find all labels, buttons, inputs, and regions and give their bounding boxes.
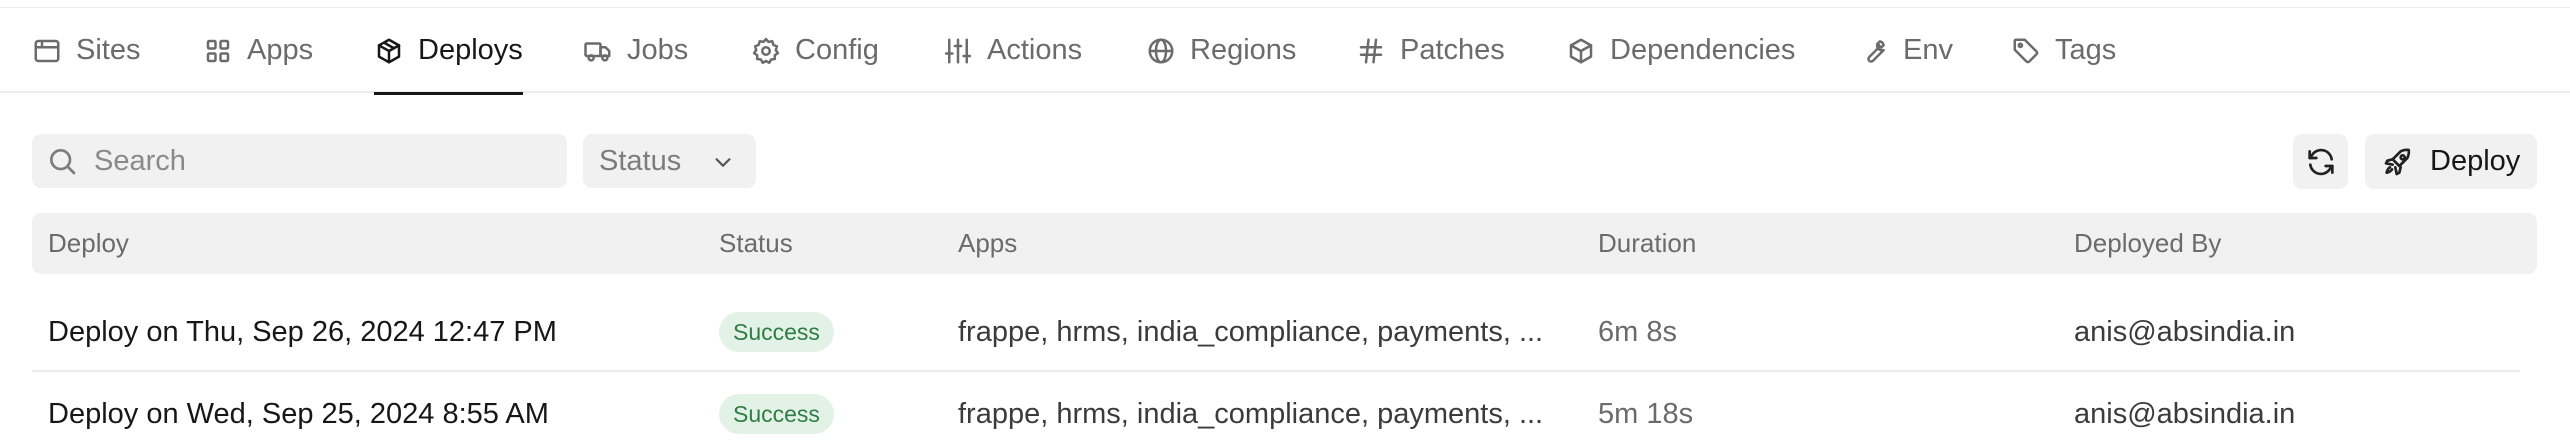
deploy-button[interactable]: Deploy bbox=[2365, 134, 2537, 189]
globe-icon bbox=[1148, 38, 1174, 63]
tab-label: Sites bbox=[76, 34, 141, 66]
status-filter-select[interactable]: Status bbox=[583, 134, 756, 188]
column-header-apps[interactable]: Apps bbox=[958, 213, 1017, 274]
deploy-button-label: Deploy bbox=[2430, 145, 2521, 177]
tab-label: Apps bbox=[247, 34, 314, 66]
tab-label: Regions bbox=[1190, 34, 1297, 66]
status-filter-label: Status bbox=[599, 144, 682, 177]
table-header: Deploy Status Apps Duration Deployed By bbox=[32, 213, 2537, 274]
apps-list: frappe, hrms, india_compliance, payments… bbox=[958, 398, 1544, 430]
chevron-down-icon bbox=[715, 158, 731, 167]
deployed-by-email: anis@absindia.in bbox=[2074, 316, 2296, 348]
tab-label: Config bbox=[795, 34, 879, 66]
deploy-title: Deploy on Thu, Sep 26, 2024 12:47 PM bbox=[48, 316, 557, 348]
refresh-button[interactable] bbox=[2293, 134, 2348, 189]
tab-tags[interactable]: Tags bbox=[2011, 8, 2116, 93]
status-badge: Success bbox=[719, 312, 834, 352]
sliders-icon bbox=[944, 38, 972, 63]
gear-icon bbox=[752, 37, 780, 64]
tab-bar: Sites Apps Deploys Jobs Config Actions R… bbox=[0, 8, 2570, 95]
hash-icon bbox=[1359, 38, 1383, 63]
tab-label: Env bbox=[1903, 34, 1953, 66]
tab-config[interactable]: Config bbox=[751, 8, 879, 93]
tab-dependencies[interactable]: Dependencies bbox=[1566, 8, 1795, 93]
tab-patches[interactable]: Patches bbox=[1356, 8, 1505, 93]
tab-actions[interactable]: Actions bbox=[943, 8, 1082, 93]
table-row[interactable]: Deploy on Wed, Sep 25, 2024 8:55 AM Succ… bbox=[32, 374, 2520, 448]
deploy-title: Deploy on Wed, Sep 25, 2024 8:55 AM bbox=[48, 398, 549, 430]
tab-env[interactable]: Env bbox=[1859, 8, 1953, 93]
tab-apps[interactable]: Apps bbox=[203, 8, 313, 93]
tab-label: Deploys bbox=[418, 34, 523, 66]
bench-deploys-page: Sites Apps Deploys Jobs Config Actions R… bbox=[0, 0, 2570, 448]
column-header-deploy[interactable]: Deploy bbox=[48, 213, 129, 274]
search-input[interactable] bbox=[94, 144, 534, 178]
search-field[interactable] bbox=[32, 134, 567, 188]
rocket-icon bbox=[2384, 148, 2411, 175]
column-header-deployed-by[interactable]: Deployed By bbox=[2074, 213, 2221, 274]
tab-label: Jobs bbox=[627, 34, 689, 66]
tab-label: Actions bbox=[987, 34, 1083, 66]
search-icon bbox=[50, 149, 76, 175]
column-header-status[interactable]: Status bbox=[719, 213, 793, 274]
tab-label: Tags bbox=[2055, 34, 2117, 66]
tab-label: Dependencies bbox=[1610, 34, 1796, 66]
tab-sites[interactable]: Sites bbox=[32, 8, 140, 93]
deployed-by-email: anis@absindia.in bbox=[2074, 398, 2296, 430]
status-badge: Success bbox=[719, 394, 834, 434]
tag-icon bbox=[2013, 38, 2039, 63]
browser-window-icon bbox=[34, 39, 60, 62]
truck-icon bbox=[584, 41, 611, 62]
table-row[interactable]: Deploy on Thu, Sep 26, 2024 12:47 PM Suc… bbox=[32, 292, 2520, 372]
tab-regions[interactable]: Regions bbox=[1146, 8, 1296, 93]
refresh-icon bbox=[2307, 148, 2334, 175]
grid-icon bbox=[206, 39, 230, 62]
package-icon bbox=[1569, 38, 1593, 63]
tab-deploys[interactable]: Deploys bbox=[374, 8, 523, 95]
duration-value: 5m 18s bbox=[1598, 398, 1694, 430]
wrench-icon bbox=[1867, 39, 1885, 63]
apps-list: frappe, hrms, india_compliance, payments… bbox=[958, 316, 1544, 348]
tab-jobs[interactable]: Jobs bbox=[583, 8, 688, 93]
duration-value: 6m 8s bbox=[1598, 316, 1677, 348]
tab-label: Patches bbox=[1400, 34, 1505, 66]
column-header-duration[interactable]: Duration bbox=[1598, 213, 1696, 274]
package-icon bbox=[377, 38, 401, 63]
